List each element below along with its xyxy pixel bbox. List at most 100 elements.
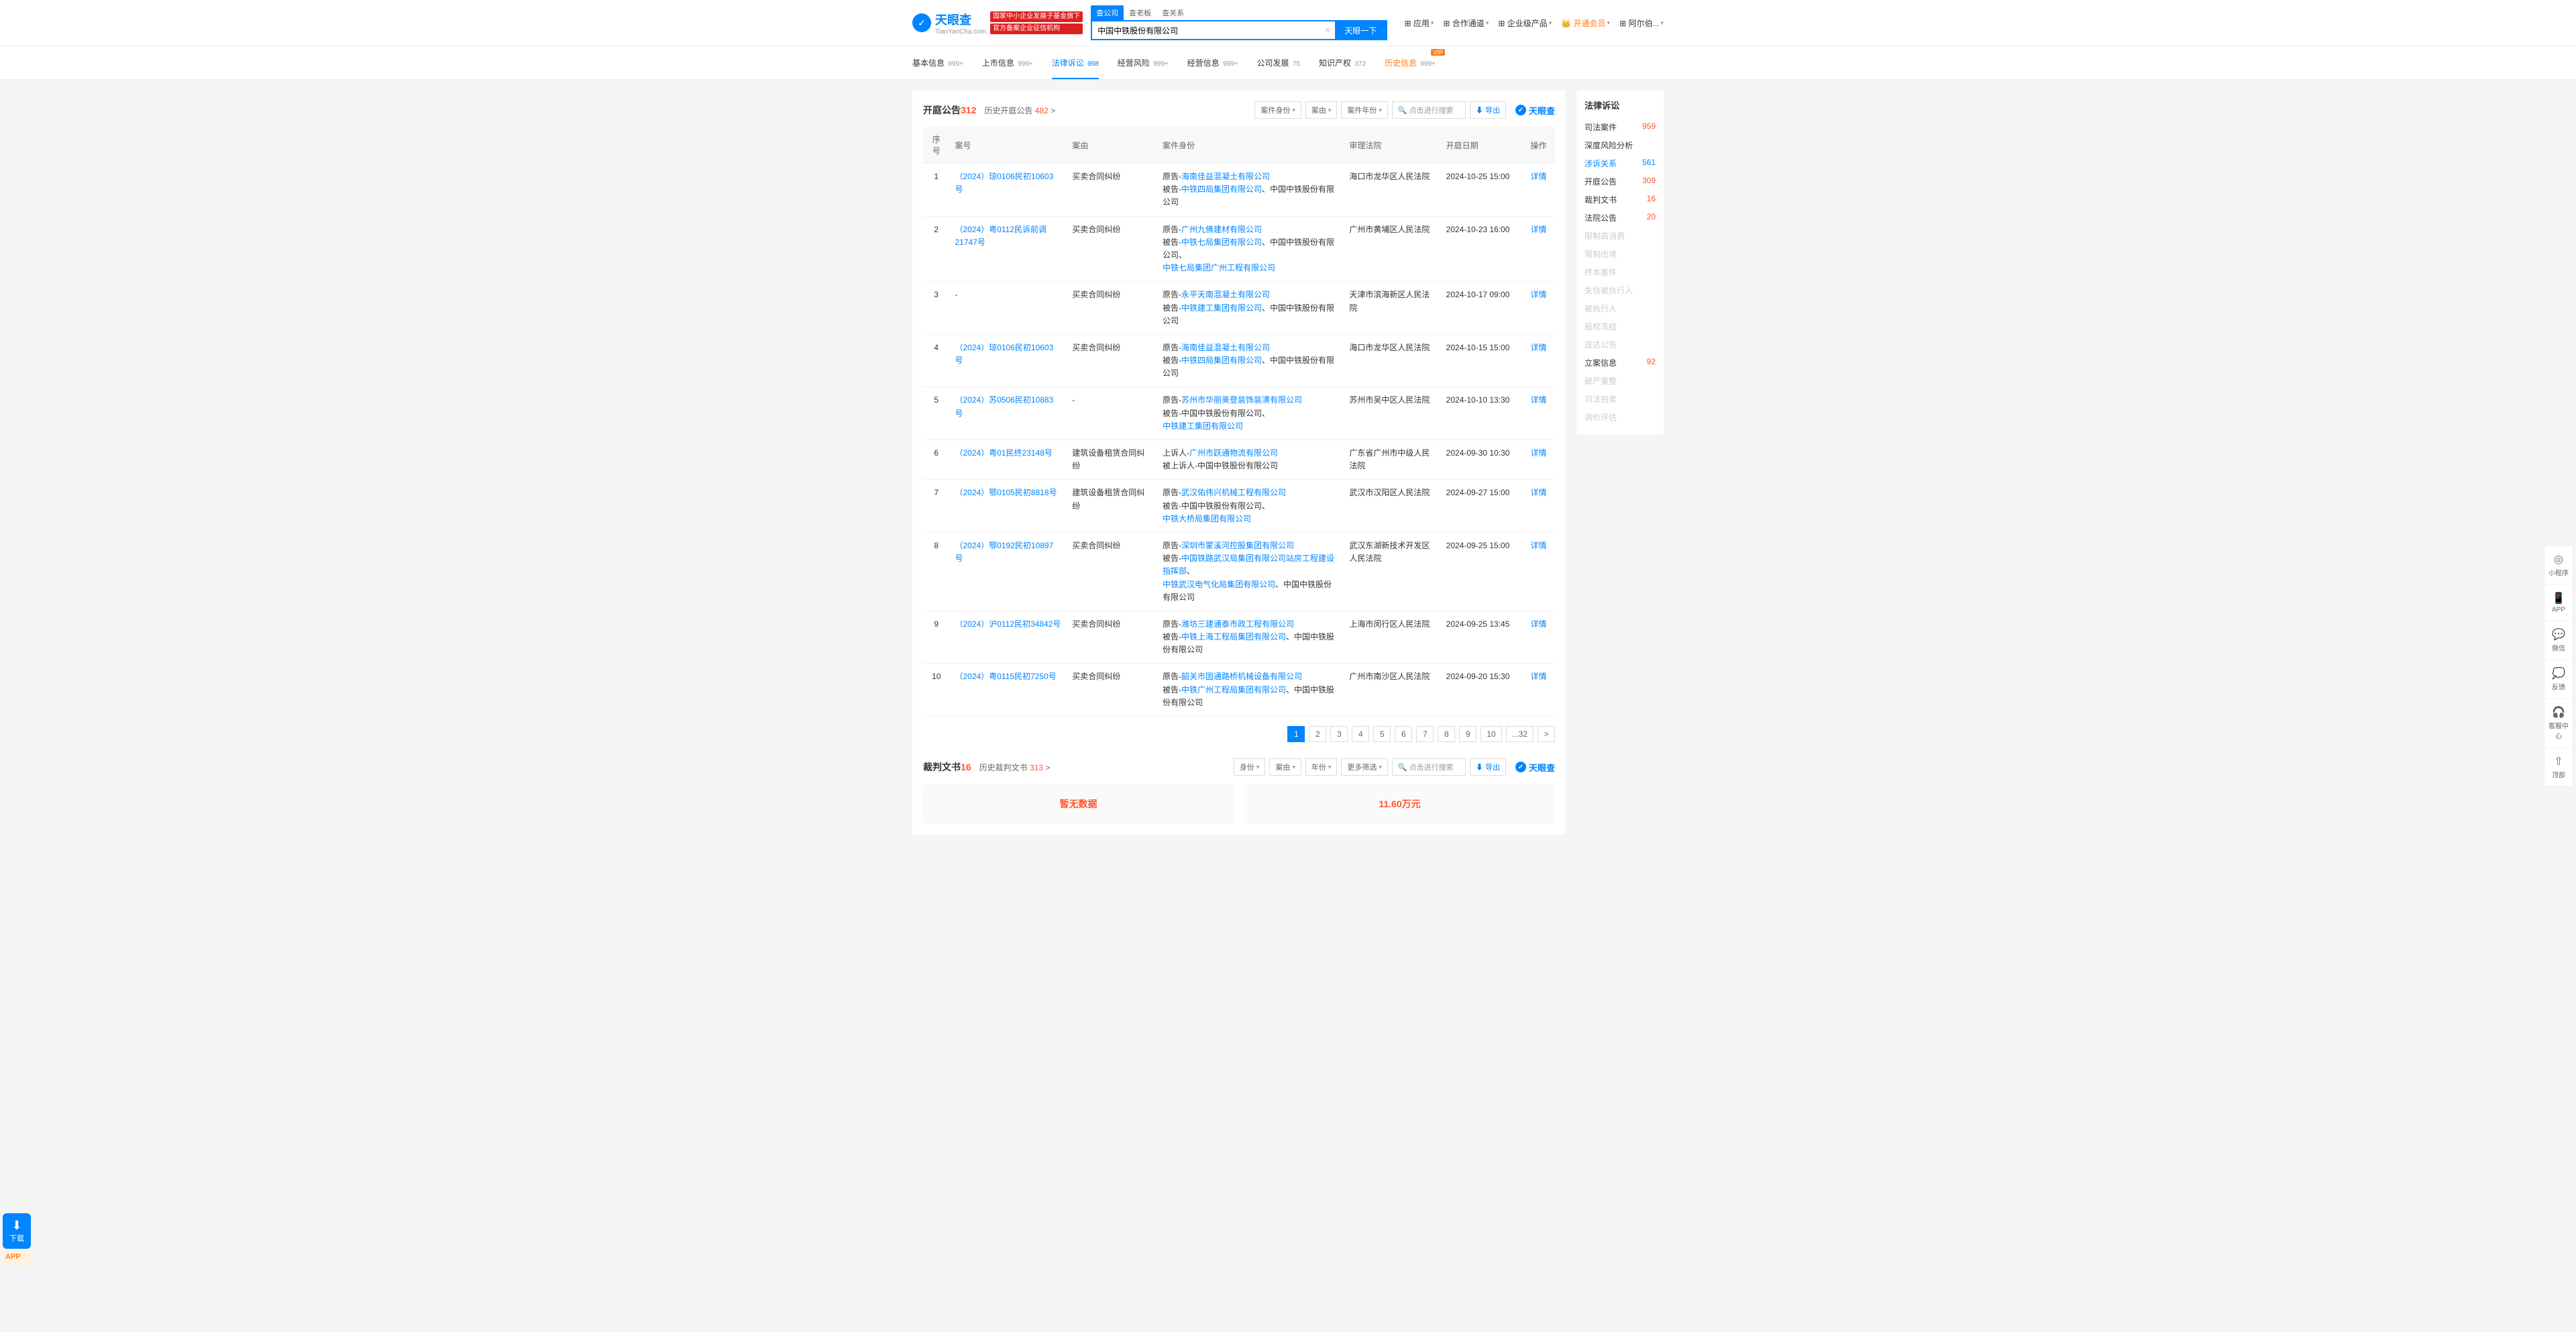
detail-link[interactable]: 详情 [1530,290,1546,299]
page-btn[interactable]: 4 [1352,726,1369,742]
party-link[interactable]: 韶关市固通路桥机械设备有限公司 [1181,672,1302,681]
filter-2[interactable]: 案件年份 ▾ [1341,101,1388,119]
filter-0[interactable]: 身份 ▾ [1234,758,1266,776]
search-input[interactable] [1092,21,1320,39]
nav-link-3[interactable]: 👑 开通会员 ▾ [1561,17,1610,29]
detail-link[interactable]: 详情 [1530,448,1546,458]
float-tool-4[interactable]: 🎧客服中心 [2544,699,2573,748]
case-link[interactable]: （2024）粤0115民初7250号 [955,672,1057,681]
cat-tab-4[interactable]: 经营信息 999+ [1187,54,1238,71]
party-link[interactable]: 广州市跃通物流有限公司 [1189,448,1278,458]
party-link[interactable]: 中铁大桥局集团有限公司 [1163,514,1251,523]
float-tool-1[interactable]: 📱APP [2544,584,2573,621]
sidebar-item-0[interactable]: 司法案件959 [1585,118,1656,136]
cat-tab-5[interactable]: 公司发展 75 [1257,54,1300,71]
page-btn[interactable]: 10 [1481,726,1501,742]
nav-link-4[interactable]: ⊞ 阿尔伯... ▾ [1619,17,1664,29]
export-button[interactable]: ⬇ 导出 [1470,758,1506,776]
case-link[interactable]: （2024）鄂0192民初10897号 [955,541,1054,563]
case-link[interactable]: （2024）沪0112民初34842号 [955,619,1061,629]
float-tool-5[interactable]: ⇧顶部 [2544,748,2573,786]
nav-link-2[interactable]: ⊞ 企业级产品 ▾ [1498,17,1552,29]
party-link[interactable]: 海南佳益混凝土有限公司 [1181,343,1270,352]
party-link[interactable]: 苏州市华丽美登装饰装潢有限公司 [1181,395,1302,405]
cat-tab-0[interactable]: 基本信息 999+ [912,54,963,71]
float-download[interactable]: ⬇ 下载 APP [3,1213,31,1265]
search-tab-2[interactable]: 查关系 [1157,5,1189,20]
detail-link[interactable]: 详情 [1530,225,1546,234]
cat-tab-7[interactable]: 历史信息 999+VIP [1385,54,1436,71]
case-link[interactable]: （2024）鄂0105民初8818号 [955,488,1057,497]
filter-2[interactable]: 年份 ▾ [1305,758,1338,776]
party-link[interactable]: 中铁上海工程局集团有限公司 [1181,632,1286,642]
sidebar-item-10: 被执行人 [1585,299,1656,317]
party-link[interactable]: 中铁广州工程局集团有限公司 [1181,685,1286,695]
doc-history-link[interactable]: 历史裁判文书 313 > [979,762,1051,773]
party-link[interactable]: 中铁建工集团有限公司 [1181,303,1262,313]
export-button[interactable]: ⬇ 导出 [1470,101,1506,119]
party-link[interactable]: 中铁建工集团有限公司 [1163,421,1243,431]
case-link[interactable]: （2024）琼0106民初10603号 [955,172,1054,194]
page-btn[interactable]: 5 [1373,726,1391,742]
party-link[interactable]: 潍坊三建通泰市政工程有限公司 [1181,619,1294,629]
cat-tab-3[interactable]: 经营风险 999+ [1118,54,1169,71]
cat-tab-1[interactable]: 上市信息 999+ [982,54,1033,71]
search-clear-icon[interactable]: ✕ [1320,25,1335,35]
page-btn[interactable]: > [1538,726,1555,742]
th-4: 审理法院 [1344,127,1440,164]
page-btn[interactable]: 8 [1438,726,1455,742]
page-btn[interactable]: 3 [1330,726,1348,742]
nav-link-1[interactable]: ⊞ 合作通道 ▾ [1443,17,1489,29]
case-link[interactable]: （2024）粤01民终23148号 [955,448,1053,458]
detail-link[interactable]: 详情 [1530,619,1546,629]
detail-link[interactable]: 详情 [1530,172,1546,181]
party-link[interactable]: 中铁七局集团广州工程有限公司 [1163,263,1275,272]
filter-1[interactable]: 案由 ▾ [1269,758,1301,776]
party-link[interactable]: 中铁四局集团有限公司 [1181,356,1262,365]
sidebar-item-5[interactable]: 法院公告20 [1585,209,1656,227]
page-btn[interactable]: 1 [1287,726,1305,742]
party-link[interactable]: 海南佳益混凝土有限公司 [1181,172,1270,181]
party-link[interactable]: 中铁武汉电气化局集团有限公司 [1163,580,1275,589]
sidebar-item-4[interactable]: 裁判文书16 [1585,191,1656,209]
party-link[interactable]: 中铁四局集团有限公司 [1181,185,1262,194]
cat-tab-2[interactable]: 法律诉讼 998 [1052,54,1099,71]
filter-0[interactable]: 案件身份 ▾ [1254,101,1301,119]
filter-3[interactable]: 更多筛选 ▾ [1341,758,1388,776]
float-tool-3[interactable]: 💭反馈 [2544,660,2573,699]
filter-1[interactable]: 案由 ▾ [1305,101,1338,119]
page-btn[interactable]: 9 [1459,726,1477,742]
party-link[interactable]: 武汉佑伟兴机械工程有限公司 [1181,488,1286,497]
page-btn[interactable]: ...32 [1506,726,1534,742]
mini-search[interactable]: 🔍 点击进行搜索 [1392,758,1466,776]
detail-link[interactable]: 详情 [1530,672,1546,681]
page-btn[interactable]: 6 [1395,726,1412,742]
detail-link[interactable]: 详情 [1530,343,1546,352]
cat-tab-6[interactable]: 知识产权 372 [1319,54,1366,71]
search-tab-1[interactable]: 查老板 [1124,5,1157,20]
sidebar-item-3[interactable]: 开庭公告309 [1585,172,1656,191]
party-link[interactable]: 中铁七局集团有限公司 [1181,238,1262,247]
history-link[interactable]: 历史开庭公告 482 > [984,105,1055,116]
detail-link[interactable]: 详情 [1530,395,1546,405]
mini-search[interactable]: 🔍 点击进行搜索 [1392,101,1466,119]
search-tab-0[interactable]: 查公司 [1091,5,1124,20]
nav-link-0[interactable]: ⊞ 应用 ▾ [1404,17,1434,29]
party-link[interactable]: 广州九佛建材有限公司 [1181,225,1262,234]
sidebar-item-13[interactable]: 立案信息92 [1585,354,1656,372]
party-link[interactable]: 深圳市蒙溪河控股集团有限公司 [1181,541,1294,550]
sidebar-item-1[interactable]: 深度风险分析 [1585,136,1656,154]
logo[interactable]: ✓ 天眼查 TianYanCha.com 国家中小企业发展子基金旗下 官方备案企… [912,11,1083,36]
case-link[interactable]: （2024）苏0506民初10883号 [955,395,1054,417]
detail-link[interactable]: 详情 [1530,488,1546,497]
page-btn[interactable]: 2 [1309,726,1326,742]
float-tool-0[interactable]: ◎小程序 [2544,546,2573,584]
detail-link[interactable]: 详情 [1530,541,1546,550]
case-link[interactable]: （2024）琼0106民初10603号 [955,343,1054,365]
float-tool-2[interactable]: 💬微信 [2544,621,2573,660]
party-link[interactable]: 永平天南混凝土有限公司 [1181,290,1270,299]
page-btn[interactable]: 7 [1416,726,1434,742]
search-button[interactable]: 天眼一下 [1335,21,1386,39]
case-link[interactable]: （2024）粤0112民诉前调21747号 [955,225,1047,247]
sidebar-item-2[interactable]: 涉诉关系561 [1585,154,1656,172]
